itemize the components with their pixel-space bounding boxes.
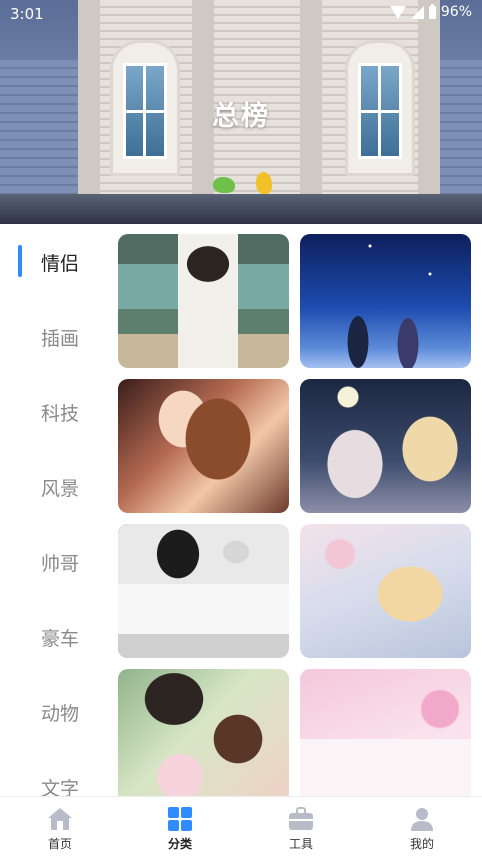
category-label: 风景: [41, 478, 80, 500]
battery-level: 96%: [440, 4, 472, 20]
signal-icon: [410, 5, 424, 19]
wallpaper-grid: [118, 234, 472, 796]
category-label: 豪车: [41, 628, 80, 650]
nav-tools[interactable]: 工具: [241, 797, 361, 858]
nav-home[interactable]: 首页: [0, 797, 120, 858]
category-item-tech[interactable]: 科技: [0, 391, 112, 431]
home-icon: [48, 808, 72, 830]
toolbox-icon: [289, 807, 313, 830]
battery-icon: [428, 3, 436, 19]
category-item-handsome[interactable]: 帅哥: [0, 541, 112, 581]
nav-profile[interactable]: 我的: [362, 797, 482, 858]
category-label: 帅哥: [41, 553, 80, 575]
wallpaper-card[interactable]: [118, 669, 289, 796]
category-label: 动物: [41, 703, 80, 725]
nav-label: 我的: [409, 837, 434, 851]
category-item-animals[interactable]: 动物: [0, 691, 112, 731]
profile-icon: [411, 808, 433, 831]
nav-category[interactable]: 分类: [120, 797, 240, 858]
category-label: 情侣: [41, 253, 80, 275]
category-label: 插画: [41, 328, 80, 350]
grid-icon: [168, 807, 192, 831]
page-title: 总榜: [212, 101, 270, 132]
category-item-scenery[interactable]: 风景: [0, 466, 112, 506]
active-indicator: [18, 245, 22, 277]
nav-label: 工具: [288, 837, 313, 851]
status-bar: 3:01 96%: [0, 0, 482, 28]
category-item-couple[interactable]: 情侣: [0, 241, 112, 281]
wifi-icon: [389, 5, 406, 19]
header-banner: 总榜: [0, 0, 482, 224]
category-sidebar: 情侣 插画 科技 风景 帅哥 豪车 动物 文字: [0, 224, 112, 800]
wallpaper-card[interactable]: [118, 379, 289, 513]
category-item-illustration[interactable]: 插画: [0, 316, 112, 356]
bottom-nav: 首页 分类 工具 我的: [0, 796, 482, 858]
wallpaper-card[interactable]: [118, 234, 289, 368]
wallpaper-card[interactable]: [118, 524, 289, 658]
wallpaper-card[interactable]: [300, 524, 471, 658]
nav-label: 首页: [47, 837, 72, 851]
status-time: 3:01: [10, 5, 44, 23]
wallpaper-card[interactable]: [300, 669, 471, 796]
wallpaper-card[interactable]: [300, 379, 471, 513]
nav-label: 分类: [167, 837, 192, 851]
category-item-cars[interactable]: 豪车: [0, 616, 112, 656]
category-label: 科技: [41, 403, 80, 425]
wallpaper-card[interactable]: [300, 234, 471, 368]
